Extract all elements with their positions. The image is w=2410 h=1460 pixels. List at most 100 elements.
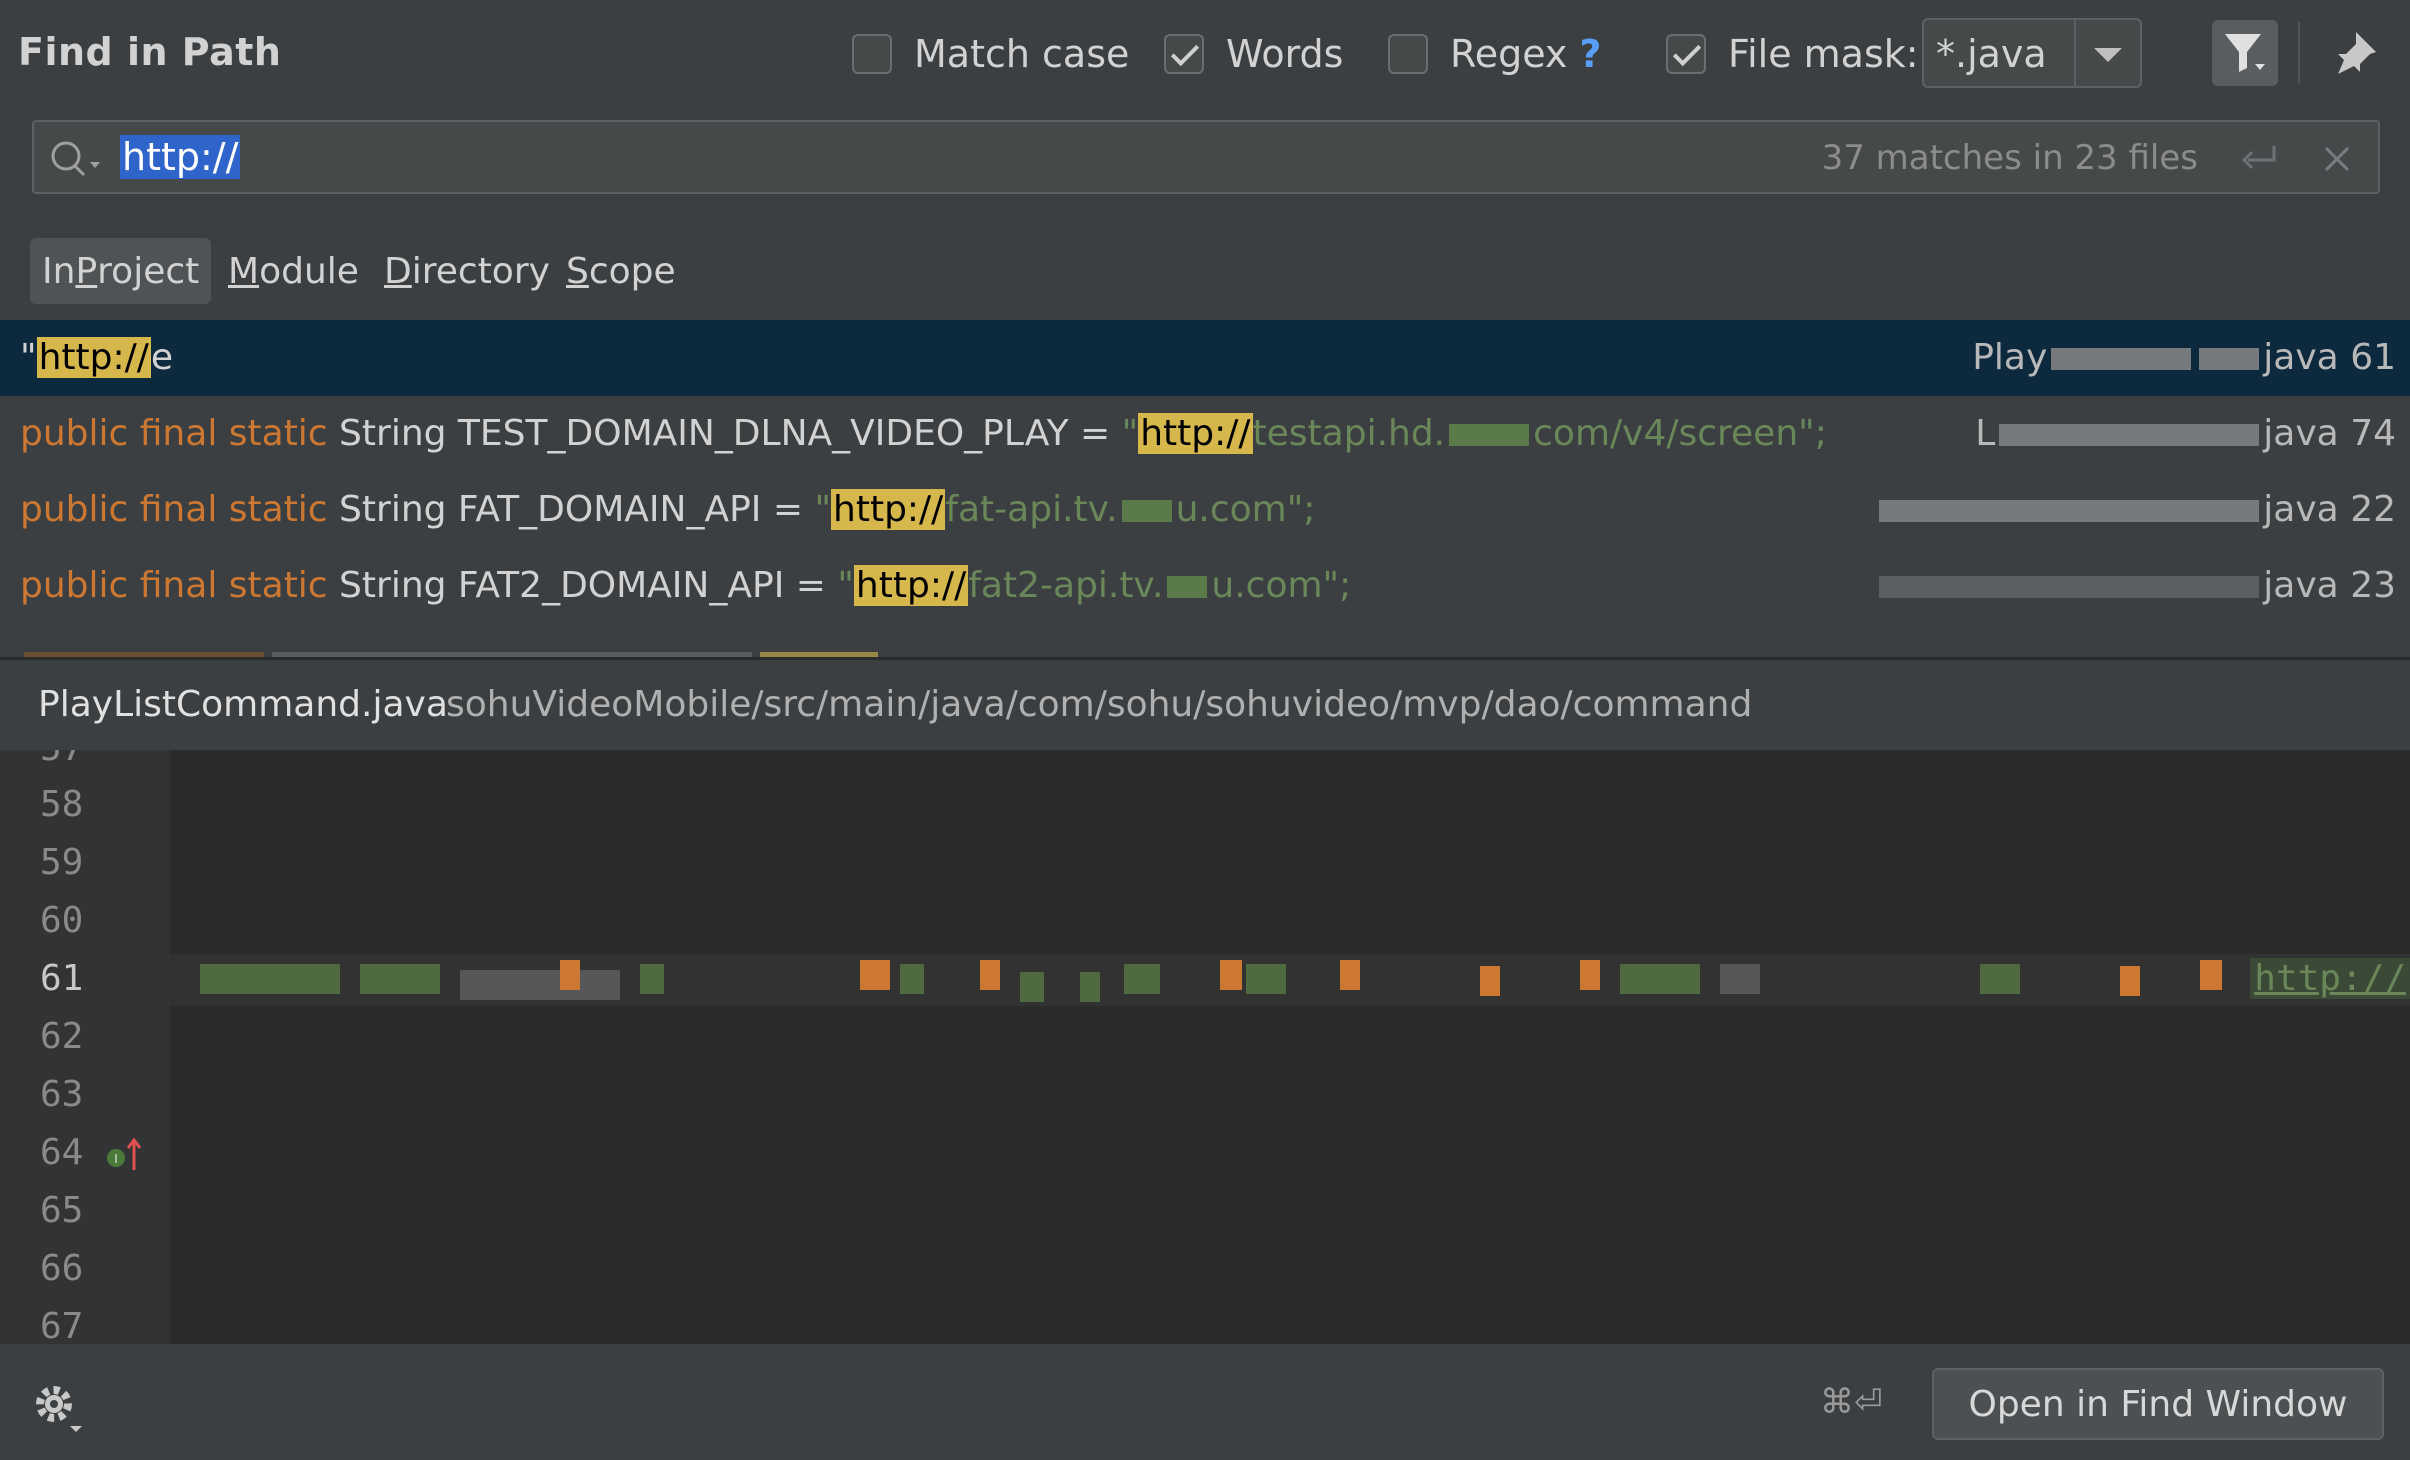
toolbar-divider xyxy=(2298,22,2300,84)
chevron-down-icon[interactable] xyxy=(2094,48,2122,62)
line-number: 59 xyxy=(40,842,84,883)
words-label: Words xyxy=(1226,32,1344,76)
table-row[interactable]: public final static String FAT_DOMAIN_AP… xyxy=(0,472,2410,548)
file-mask-combobox[interactable]: *.java xyxy=(1922,18,2142,88)
result-quote: " xyxy=(1121,413,1139,454)
result-location: java 23 xyxy=(1875,548,2396,624)
table-row[interactable] xyxy=(0,624,2410,660)
search-field[interactable]: http:// 37 matches in 23 files xyxy=(32,120,2380,194)
result-line-number: 23 xyxy=(2350,565,2396,606)
dialog-title: Find in Path xyxy=(18,30,282,74)
line-number: 65 xyxy=(40,1190,84,1231)
code-url-match: http:// xyxy=(2250,958,2410,999)
redacted-block xyxy=(980,960,1000,990)
result-plain: String FAT2_DOMAIN_API = xyxy=(327,565,838,606)
tab-module-mnemonic: M xyxy=(228,250,260,292)
result-string: fat-api.tv. xyxy=(945,489,1118,530)
table-row[interactable]: public final static String FAT2_DOMAIN_A… xyxy=(0,548,2410,624)
redacted-block xyxy=(1720,964,1760,994)
result-code: "http://e xyxy=(20,320,173,396)
line-number: 57 xyxy=(40,750,130,769)
search-icon[interactable] xyxy=(46,138,106,180)
file-mask-divider xyxy=(2074,20,2076,86)
code-preview-editor[interactable]: 57 58 59 60 61 62 63 64 65 66 67 I http:… xyxy=(0,750,2410,1344)
gear-icon[interactable] xyxy=(30,1380,86,1436)
result-code: public final static String FAT2_DOMAIN_A… xyxy=(20,548,1351,624)
redacted-block xyxy=(1480,966,1500,996)
redacted-block xyxy=(2120,966,2140,996)
result-quote: " xyxy=(814,489,832,530)
result-location-ext: java xyxy=(2263,413,2339,454)
result-line-number: 74 xyxy=(2350,413,2396,454)
redacted-block xyxy=(1879,576,2260,598)
shortcut-hint: ⌘⏎ xyxy=(1820,1382,1883,1422)
result-string-end: u.com"; xyxy=(1175,489,1316,530)
tab-directory-post: irectory xyxy=(411,250,550,292)
redacted-block xyxy=(2199,348,2260,370)
close-icon[interactable] xyxy=(2320,142,2354,176)
filter-button[interactable] xyxy=(2212,20,2278,86)
result-plain: String FAT_DOMAIN_API = xyxy=(327,489,815,530)
result-highlight: http:// xyxy=(36,337,151,378)
newline-icon[interactable] xyxy=(2238,140,2282,178)
result-location-ext: java xyxy=(2263,337,2339,378)
tab-in-project[interactable]: In Project xyxy=(30,238,212,304)
dialog-footer: ⌘⏎ Open in Find Window xyxy=(0,1344,2410,1460)
regex-label: Regex xyxy=(1450,32,1568,76)
tab-module[interactable]: Module xyxy=(216,238,371,304)
result-keyword: public final static xyxy=(20,565,328,606)
preview-header: PlayListCommand.java sohuVideoMobile/src… xyxy=(0,660,2410,750)
tab-in-project-pre: In xyxy=(42,250,76,292)
redacted-block xyxy=(1980,964,2020,994)
redacted-block xyxy=(1124,964,1160,994)
open-in-find-window-button[interactable]: Open in Find Window xyxy=(1932,1368,2384,1440)
result-string: testapi.hd. xyxy=(1252,413,1446,454)
tab-scope[interactable]: Scope xyxy=(554,238,688,304)
redacted-block xyxy=(1999,424,2260,446)
result-lead: " xyxy=(20,337,37,378)
regex-help-link[interactable]: ? xyxy=(1579,32,1601,76)
regex-option[interactable]: Regex ? xyxy=(1388,28,1601,80)
redacted-block xyxy=(1340,960,1360,990)
redacted-block xyxy=(2200,960,2222,990)
redacted-block xyxy=(1246,964,1286,994)
redacted-block xyxy=(1580,960,1600,990)
result-code-partial xyxy=(20,624,882,660)
words-option[interactable]: Words xyxy=(1164,28,1343,80)
filter-icon xyxy=(2225,34,2265,72)
result-location-ext: java xyxy=(2263,565,2339,606)
file-mask-checkbox[interactable] xyxy=(1666,34,1706,74)
result-highlight: http:// xyxy=(853,565,969,606)
tab-directory[interactable]: Directory xyxy=(372,238,562,304)
implements-method-icon[interactable]: I xyxy=(104,1134,144,1174)
result-location-ext: java xyxy=(2263,489,2339,530)
redacted-block xyxy=(2051,348,2192,370)
pin-icon[interactable] xyxy=(2330,28,2380,78)
tab-directory-mnemonic: D xyxy=(384,250,412,292)
redacted-block xyxy=(640,964,664,994)
redacted-block xyxy=(460,970,620,1000)
result-tail: e xyxy=(150,337,174,378)
svg-text:I: I xyxy=(114,1152,118,1166)
table-row[interactable]: public final static String TEST_DOMAIN_D… xyxy=(0,396,2410,472)
redacted-block xyxy=(1220,960,1242,990)
words-checkbox[interactable] xyxy=(1164,34,1204,74)
search-input[interactable]: http:// xyxy=(120,132,241,182)
result-line-number: 22 xyxy=(2350,489,2396,530)
file-mask-label: File mask: xyxy=(1728,32,1919,76)
line-number-active: 61 xyxy=(40,958,84,999)
result-location: Play java 61 xyxy=(1972,320,2396,396)
match-case-checkbox[interactable] xyxy=(852,34,892,74)
tab-in-project-mnemonic: P xyxy=(75,250,98,292)
table-row[interactable]: "http://e Play java 61 xyxy=(0,320,2410,396)
file-mask-option[interactable]: File mask: xyxy=(1666,28,1919,80)
result-highlight: http:// xyxy=(1138,413,1253,454)
file-mask-value[interactable]: *.java xyxy=(1936,32,2047,76)
results-list[interactable]: "http://e Play java 61 public final stati… xyxy=(0,320,2410,660)
result-plain: String TEST_DOMAIN_DLNA_VIDEO_PLAY = xyxy=(327,413,1122,454)
dialog-header: Find in Path Match case Words Regex ? Fi… xyxy=(0,0,2410,108)
result-code: public final static String FAT_DOMAIN_AP… xyxy=(20,472,1315,548)
match-case-option[interactable]: Match case xyxy=(852,28,1129,80)
line-number: 63 xyxy=(40,1074,84,1115)
regex-checkbox[interactable] xyxy=(1388,34,1428,74)
